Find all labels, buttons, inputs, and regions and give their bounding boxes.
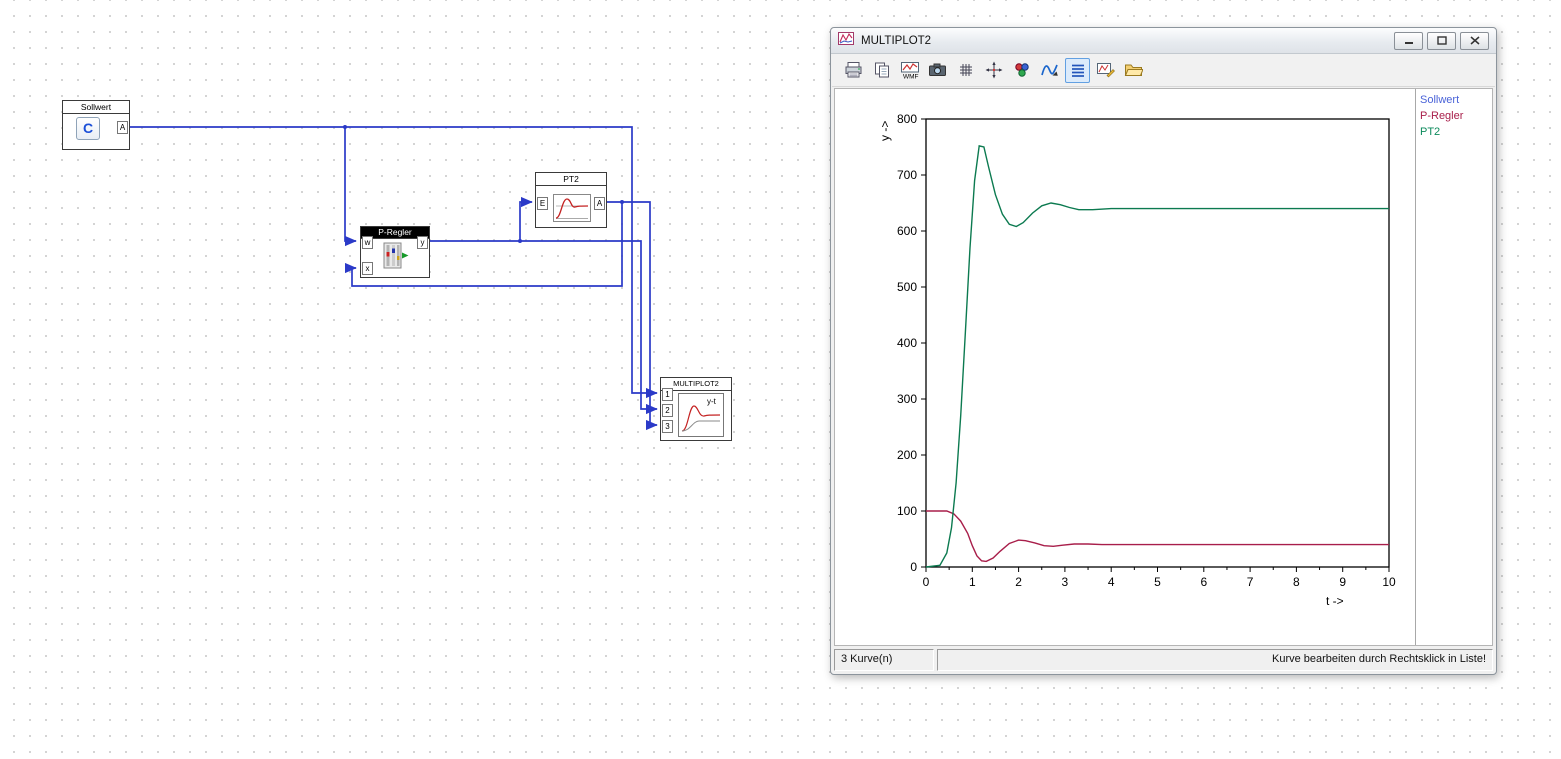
toolbar-curve-edit-button[interactable] bbox=[1093, 58, 1118, 83]
minimize-button[interactable] bbox=[1394, 32, 1423, 50]
toolbar-camera-button[interactable] bbox=[925, 58, 950, 83]
window-icon bbox=[838, 32, 854, 50]
curve-pt2[interactable] bbox=[926, 146, 1389, 567]
block-sollwert[interactable]: Sollwert C A bbox=[62, 100, 130, 150]
toolbar-colors-button[interactable] bbox=[1009, 58, 1034, 83]
y-axis-label: y -> bbox=[878, 121, 892, 141]
minimize-icon bbox=[1404, 36, 1414, 45]
port-out-a[interactable]: A bbox=[117, 121, 128, 134]
port-in-2[interactable]: 2 bbox=[662, 404, 673, 417]
port-out-y[interactable]: y bbox=[417, 236, 428, 249]
y-tick-label: 200 bbox=[897, 448, 917, 462]
curve-p-regler[interactable] bbox=[926, 511, 1389, 561]
svg-text:WMF: WMF bbox=[903, 74, 919, 80]
port-in-e[interactable]: E bbox=[537, 197, 548, 210]
x-tick-label: 10 bbox=[1382, 575, 1396, 589]
port-in-1[interactable]: 1 bbox=[662, 388, 673, 401]
curve-list-icon bbox=[1069, 61, 1087, 79]
x-tick-label: 3 bbox=[1062, 575, 1069, 589]
legend-item-p-regler[interactable]: P-Regler bbox=[1420, 108, 1488, 124]
multiplot-mini-chart-icon: y-t bbox=[678, 393, 724, 442]
toolbar-axes-button[interactable] bbox=[981, 58, 1006, 83]
y-tick-label: 100 bbox=[897, 504, 917, 518]
wire-junction bbox=[343, 125, 347, 129]
constant-icon: C bbox=[76, 117, 100, 140]
block-title: Sollwert bbox=[63, 101, 129, 114]
x-tick-label: 5 bbox=[1154, 575, 1161, 589]
block-pt2[interactable]: PT2 E A bbox=[535, 172, 607, 228]
port-in-w[interactable]: w bbox=[362, 236, 373, 249]
plot-frame bbox=[926, 119, 1389, 567]
port-in-3[interactable]: 3 bbox=[662, 420, 673, 433]
controller-icon bbox=[383, 242, 409, 275]
x-tick-label: 4 bbox=[1108, 575, 1115, 589]
camera-icon bbox=[928, 61, 947, 79]
curve-legend-panel[interactable]: SollwertP-ReglerPT2 bbox=[1415, 89, 1492, 645]
wmf-export-icon: WMF bbox=[900, 61, 920, 79]
y-tick-label: 600 bbox=[897, 224, 917, 238]
block-p-regler[interactable]: P-Regler w x y bbox=[360, 226, 430, 278]
toolbar-curve-list-button[interactable] bbox=[1065, 58, 1090, 83]
mini-chart-label: y-t bbox=[707, 397, 717, 406]
step-response-icon bbox=[553, 194, 591, 227]
y-tick-label: 400 bbox=[897, 336, 917, 350]
plot-area: y -> t -> 0 100 200 300 400 500 600 700 800 0 1 2 3 4… bbox=[834, 88, 1493, 646]
y-tick-label: 500 bbox=[897, 280, 917, 294]
toolbar-properties-button[interactable] bbox=[1121, 58, 1146, 83]
y-tick-label: 300 bbox=[897, 392, 917, 406]
properties-folder-icon bbox=[1124, 61, 1143, 79]
wire-pregler-to-pt2-e[interactable] bbox=[520, 202, 532, 241]
y-tick-label: 700 bbox=[897, 168, 917, 182]
window-statusbar: 3 Kurve(n) Kurve bearbeiten durch Rechts… bbox=[834, 649, 1493, 671]
x-tick-label: 1 bbox=[969, 575, 976, 589]
multiplot-window[interactable]: MULTIPLOT2 bbox=[830, 27, 1497, 675]
plot-toolbar: WMF bbox=[832, 54, 1495, 87]
curve-edit-icon bbox=[1096, 61, 1115, 79]
port-in-x[interactable]: x bbox=[362, 262, 373, 275]
window-titlebar[interactable]: MULTIPLOT2 bbox=[831, 28, 1496, 54]
close-icon bbox=[1470, 36, 1480, 45]
grid-icon bbox=[957, 61, 975, 79]
close-button[interactable] bbox=[1460, 32, 1489, 50]
block-title: PT2 bbox=[536, 173, 606, 186]
axes-crosshair-icon bbox=[985, 61, 1003, 79]
toolbar-curve-style-button[interactable] bbox=[1037, 58, 1062, 83]
x-tick-label: 9 bbox=[1339, 575, 1346, 589]
y-tick-label: 0 bbox=[910, 560, 917, 574]
chart: y -> t -> 0 100 200 300 400 500 600 700 800 0 1 2 3 4… bbox=[837, 89, 1417, 629]
x-tick-label: 6 bbox=[1200, 575, 1207, 589]
port-out-a[interactable]: A bbox=[594, 197, 605, 210]
toolbar-wmf-export-button[interactable]: WMF bbox=[897, 58, 922, 83]
legend-list: SollwertP-ReglerPT2 bbox=[1420, 92, 1488, 140]
wire-pregler-to-multiplot2[interactable] bbox=[430, 241, 657, 409]
colors-icon bbox=[1013, 61, 1031, 79]
status-hint: Kurve bearbeiten durch Rechtsklick in Li… bbox=[937, 649, 1493, 671]
y-tick-label: 800 bbox=[897, 112, 917, 126]
maximize-button[interactable] bbox=[1427, 32, 1456, 50]
toolbar-grid-button[interactable] bbox=[953, 58, 978, 83]
legend-item-pt2[interactable]: PT2 bbox=[1420, 124, 1488, 140]
x-tick-label: 0 bbox=[923, 575, 930, 589]
curve-count-status: 3 Kurve(n) bbox=[834, 649, 934, 671]
maximize-icon bbox=[1437, 36, 1447, 45]
axis-ticks: 0 100 200 300 400 500 600 700 800 0 1 2 3 4 5 6 7 8 9 10 bbox=[897, 112, 1396, 589]
x-tick-label: 2 bbox=[1015, 575, 1022, 589]
x-tick-label: 8 bbox=[1293, 575, 1300, 589]
wire-junction bbox=[518, 239, 522, 243]
print-icon bbox=[844, 61, 863, 79]
wire-sollwert-to-pregler-w[interactable] bbox=[345, 127, 356, 241]
diagram-workspace[interactable]: Sollwert C A P-Regler w x y PT2 bbox=[0, 0, 1561, 759]
curve-style-icon bbox=[1040, 61, 1059, 79]
x-tick-label: 7 bbox=[1247, 575, 1254, 589]
legend-item-sollwert[interactable]: Sollwert bbox=[1420, 92, 1488, 108]
copy-icon bbox=[873, 61, 891, 79]
curves bbox=[926, 146, 1389, 567]
x-axis-label: t -> bbox=[1326, 594, 1344, 608]
block-multiplot2[interactable]: MULTIPLOT2 y-t 1 2 3 bbox=[660, 377, 732, 441]
window-title: MULTIPLOT2 bbox=[861, 35, 931, 47]
toolbar-copy-button[interactable] bbox=[869, 58, 894, 83]
toolbar-print-button[interactable] bbox=[841, 58, 866, 83]
wire-junction bbox=[620, 200, 624, 204]
